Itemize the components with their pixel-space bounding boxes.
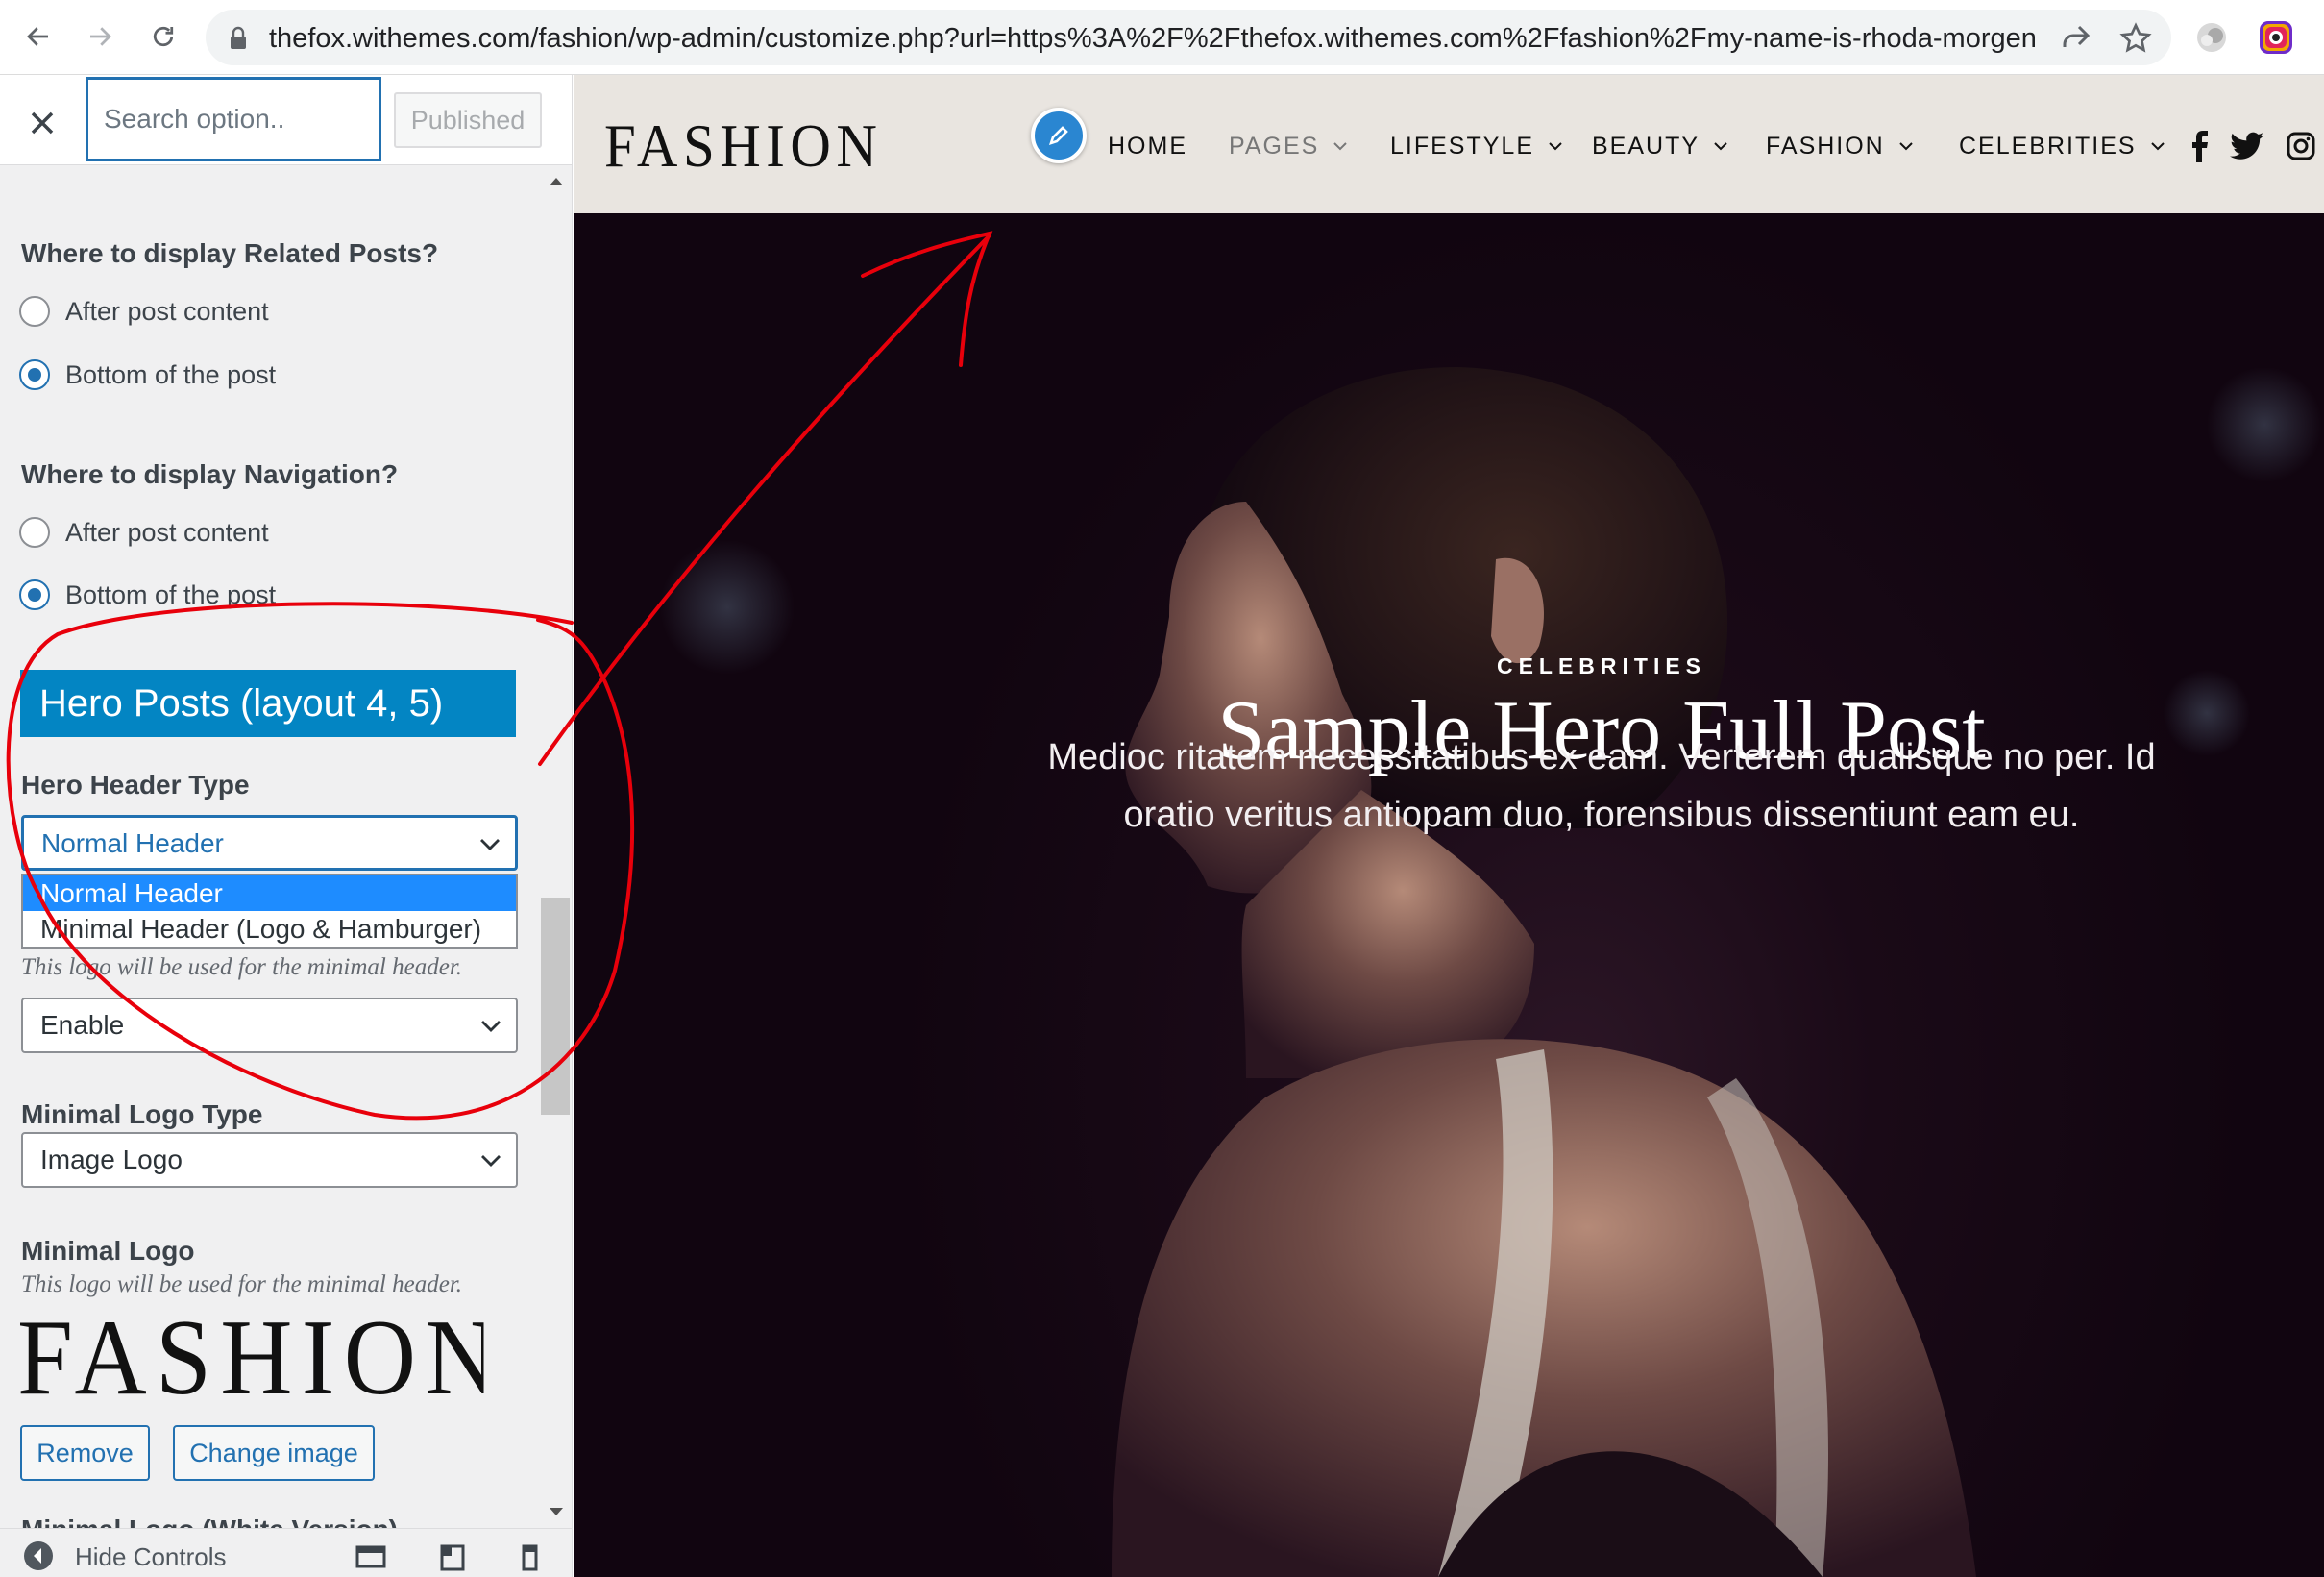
forward-button[interactable] [77, 13, 123, 60]
related-posts-label: Where to display Related Posts? [21, 238, 439, 268]
nav-item-lifestyle[interactable]: LIFESTYLE [1390, 125, 1563, 167]
nav-item-pages[interactable]: PAGES [1229, 125, 1348, 167]
extension-icon[interactable] [2195, 21, 2228, 54]
back-button[interactable] [15, 13, 61, 60]
radio-button-checked[interactable] [19, 359, 50, 390]
url-text[interactable]: thefox.withemes.com/fashion/wp-admin/cus… [269, 19, 2037, 58]
nav-label: BEAUTY [1592, 133, 1700, 160]
customizer-footer: Hide Controls [0, 1528, 572, 1577]
color-picker-extension-icon[interactable] [2258, 19, 2294, 56]
browser-toolbar: thefox.withemes.com/fashion/wp-admin/cus… [0, 0, 2324, 75]
desktop-preview-icon[interactable] [355, 1544, 386, 1571]
radio-button[interactable] [19, 517, 50, 548]
minimal-logo-preview: FASHION [17, 1305, 484, 1411]
chevron-down-icon [1549, 142, 1562, 151]
site-preview: FASHION HOME PAGES LIFESTYLE BEAUTY FASH… [574, 75, 2324, 1577]
change-image-button[interactable]: Change image [173, 1425, 375, 1481]
published-button[interactable]: Published [394, 92, 542, 148]
collapse-arrow-icon[interactable] [21, 1539, 56, 1573]
site-header: FASHION HOME PAGES LIFESTYLE BEAUTY FASH… [574, 75, 2324, 213]
minimal-logo-white-label: Minimal Logo (White Version) [21, 1515, 398, 1530]
enable-select[interactable]: Enable [21, 998, 518, 1053]
dropdown-option-minimal-header[interactable]: Minimal Header (Logo & Hamburger) [23, 911, 516, 947]
hero-header-type-label: Hero Header Type [21, 770, 250, 800]
star-icon[interactable] [2118, 21, 2153, 56]
hero-post-excerpt: Medioc ritatem necessitatibus ex eam. Ve… [1047, 737, 2156, 835]
chevron-down-icon [2150, 142, 2165, 151]
close-icon [31, 111, 54, 135]
minimal-logo-type-select[interactable]: Image Logo [21, 1132, 518, 1188]
chevron-down-icon [480, 839, 500, 850]
scroll-up-arrow-icon[interactable] [546, 171, 567, 192]
edit-shortcut-button[interactable] [1031, 108, 1087, 163]
related-bottom-post-option[interactable]: Bottom of the post [19, 356, 276, 394]
site-logo[interactable]: FASHION [604, 108, 882, 185]
search-option-input[interactable] [86, 77, 381, 161]
scroll-down-arrow-icon[interactable] [546, 1501, 567, 1522]
twitter-icon[interactable] [2228, 127, 2266, 165]
tablet-preview-icon[interactable] [437, 1544, 468, 1571]
dropdown-option-normal-header[interactable]: Normal Header [23, 875, 516, 911]
radio-label: After post content [65, 517, 269, 547]
navigation-bottom-post-option[interactable]: Bottom of the post [19, 576, 276, 614]
nav-item-home[interactable]: HOME [1108, 125, 1187, 167]
nav-label: PAGES [1229, 133, 1320, 160]
related-after-content-option[interactable]: After post content [19, 292, 269, 331]
mobile-preview-icon[interactable] [514, 1544, 545, 1571]
nav-label: HOME [1108, 133, 1187, 160]
nav-label: LIFESTYLE [1390, 133, 1534, 160]
radio-label: Bottom of the post [65, 359, 277, 389]
pencil-icon [1048, 126, 1068, 146]
radio-label: After post content [65, 296, 269, 326]
nav-label: FASHION [1766, 133, 1885, 160]
minimal-logo-desc: This logo will be used for the minimal h… [21, 1271, 463, 1297]
radio-label: Bottom of the post [65, 579, 277, 609]
navigation-after-content-option[interactable]: After post content [19, 513, 269, 552]
radio-button[interactable] [19, 296, 50, 327]
select-value: Image Logo [40, 1145, 183, 1174]
nav-label: CELEBRITIES [1959, 133, 2137, 160]
close-customizer-button[interactable] [17, 98, 67, 148]
select-value: Enable [40, 1010, 125, 1040]
share-icon[interactable] [2059, 21, 2093, 56]
hide-controls-label[interactable]: Hide Controls [75, 1542, 227, 1572]
nav-item-celebrities[interactable]: CELEBRITIES [1959, 125, 2165, 167]
facebook-icon[interactable] [2180, 127, 2218, 165]
arrow-right-icon [90, 27, 111, 46]
chevron-down-icon [481, 1155, 501, 1167]
nav-item-fashion[interactable]: FASHION [1766, 125, 1914, 167]
chevron-down-icon [1899, 142, 1913, 151]
remove-button[interactable]: Remove [20, 1425, 150, 1481]
hero-header-type-options: Normal Header Minimal Header (Logo & Ham… [21, 874, 518, 949]
lock-icon[interactable] [229, 26, 248, 51]
customizer-sidebar: Published Where to display Related Posts… [0, 75, 573, 1577]
radio-button-checked[interactable] [19, 579, 50, 610]
reload-button[interactable] [140, 13, 186, 60]
chevron-down-icon [1714, 142, 1727, 151]
nav-item-beauty[interactable]: BEAUTY [1592, 125, 1728, 167]
customizer-header: Published [0, 75, 572, 165]
hero-category-label[interactable]: CELEBRITIES [574, 653, 2324, 679]
minimal-logo-type-label: Minimal Logo Type [21, 1099, 263, 1129]
instagram-icon[interactable] [2282, 127, 2320, 165]
hero-woman-photo [660, 367, 2322, 1577]
chevron-down-icon [481, 1021, 501, 1032]
minimal-logo-description: This logo will be used for the minimal h… [21, 954, 463, 980]
select-value: Normal Header [41, 828, 224, 858]
hero-header-type-select[interactable]: Normal Header [21, 815, 518, 871]
arrow-left-icon [27, 27, 48, 46]
hero-posts-section-title: Hero Posts (layout 4, 5) [20, 670, 516, 737]
minimal-logo-label: Minimal Logo [21, 1236, 195, 1266]
chevron-down-icon [1333, 142, 1348, 151]
navigation-label: Where to display Navigation? [21, 459, 399, 489]
reload-icon [153, 26, 174, 47]
sidebar-scrollbar-thumb[interactable] [541, 898, 570, 1115]
